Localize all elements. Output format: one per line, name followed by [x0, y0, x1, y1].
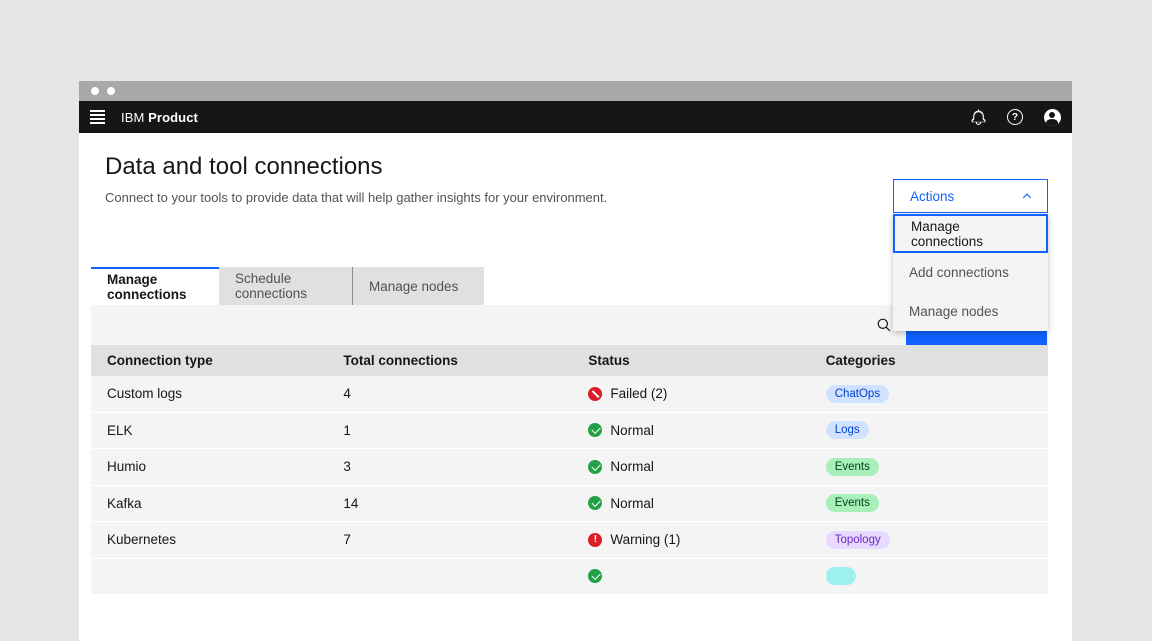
cell-total-connections: 4 — [327, 386, 572, 401]
status-label: Normal — [610, 423, 654, 438]
cell-categories: Events — [810, 458, 1048, 476]
column-header-categories: Categories — [810, 353, 1048, 368]
window-control-dot — [107, 87, 115, 95]
table-header-row: Connection type Total connections Status… — [91, 345, 1048, 376]
table-row[interactable]: Humio 3 Normal Events — [91, 449, 1048, 486]
column-header-total-connections: Total connections — [327, 353, 572, 368]
table-row[interactable] — [91, 559, 1048, 596]
brand-name: Product — [148, 110, 198, 125]
tab-manage-nodes[interactable]: Manage nodes — [352, 267, 484, 305]
tab-manage-connections[interactable]: Manage connections — [91, 267, 219, 305]
cell-total-connections: 1 — [327, 423, 572, 438]
category-tag: Topology — [826, 531, 890, 549]
category-tag: Events — [826, 458, 879, 476]
table-row[interactable]: Custom logs 4 Failed (2) ChatOps — [91, 376, 1048, 413]
status-label: Warning (1) — [610, 532, 680, 547]
brand-prefix: IBM — [121, 110, 144, 125]
status-label: Failed (2) — [610, 386, 667, 401]
cell-total-connections: 7 — [327, 532, 572, 547]
category-tag: Events — [826, 494, 879, 512]
cell-categories: Topology — [810, 531, 1048, 549]
category-tag: Logs — [826, 421, 869, 439]
user-profile-button[interactable] — [1042, 107, 1062, 127]
actions-dropdown-button[interactable]: Actions — [893, 179, 1048, 213]
warning-status-icon — [588, 533, 602, 547]
status-label: Normal — [610, 459, 654, 474]
category-tag — [826, 567, 856, 585]
status-label: Normal — [610, 496, 654, 511]
chevron-up-icon — [1021, 190, 1033, 202]
app-window: IBM Product Data and tool connections Co… — [79, 81, 1072, 641]
help-button[interactable] — [1005, 107, 1025, 127]
desktop: { "header": { "brand_prefix": "IBM", "br… — [0, 0, 1152, 576]
category-tag: ChatOps — [826, 385, 889, 403]
cell-connection-type: Humio — [91, 459, 327, 474]
failed-status-icon — [588, 387, 602, 401]
menu-item-add-connections[interactable]: Add connections — [893, 253, 1048, 292]
cell-connection-type: ELK — [91, 423, 327, 438]
cell-connection-type: Custom logs — [91, 386, 327, 401]
window-control-dot — [91, 87, 99, 95]
actions-dropdown-label: Actions — [910, 189, 954, 204]
menu-item-manage-nodes[interactable]: Manage nodes — [893, 292, 1048, 331]
cell-categories: ChatOps — [810, 385, 1048, 403]
menu-button[interactable] — [81, 101, 113, 133]
cell-categories: Events — [810, 494, 1048, 512]
user-avatar-icon — [1044, 109, 1061, 126]
brand: IBM Product — [121, 110, 198, 125]
cell-categories — [810, 567, 1048, 585]
normal-status-icon — [588, 569, 602, 583]
column-header-status: Status — [572, 353, 809, 368]
help-icon — [1007, 109, 1023, 125]
tab-bar: Manage connections Schedule connections … — [91, 267, 484, 305]
normal-status-icon — [588, 496, 602, 510]
tab-schedule-connections[interactable]: Schedule connections — [219, 267, 352, 305]
normal-status-icon — [588, 423, 602, 437]
cell-status: Failed (2) — [572, 386, 809, 401]
cell-categories: Logs — [810, 421, 1048, 439]
search-icon — [876, 317, 892, 333]
column-header-connection-type: Connection type — [91, 353, 327, 368]
table-row[interactable]: Kafka 14 Normal Events — [91, 486, 1048, 523]
cell-total-connections: 3 — [327, 459, 572, 474]
page-subtitle: Connect to your tools to provide data th… — [105, 190, 607, 205]
notifications-button[interactable] — [968, 107, 988, 127]
header-actions — [968, 107, 1072, 127]
actions-dropdown-menu: Manage connections Add connections Manag… — [893, 214, 1048, 331]
table-row[interactable]: Kubernetes 7 Warning (1) Topology — [91, 522, 1048, 559]
cell-status: Warning (1) — [572, 532, 809, 547]
cell-status: Normal — [572, 459, 809, 474]
bell-icon — [970, 109, 987, 126]
cell-connection-type: Kubernetes — [91, 532, 327, 547]
cell-status: Normal — [572, 423, 809, 438]
page-title: Data and tool connections — [105, 153, 383, 181]
hamburger-icon — [90, 110, 105, 124]
table-body: Custom logs 4 Failed (2) ChatOps ELK 1 N… — [91, 376, 1048, 595]
cell-connection-type: Kafka — [91, 496, 327, 511]
cell-status: Normal — [572, 496, 809, 511]
app-header: IBM Product — [79, 101, 1072, 133]
table-row[interactable]: ELK 1 Normal Logs — [91, 413, 1048, 450]
window-titlebar — [79, 81, 1072, 101]
cell-status — [572, 569, 809, 583]
menu-item-manage-connections[interactable]: Manage connections — [893, 214, 1048, 253]
cell-total-connections: 14 — [327, 496, 572, 511]
normal-status-icon — [588, 460, 602, 474]
